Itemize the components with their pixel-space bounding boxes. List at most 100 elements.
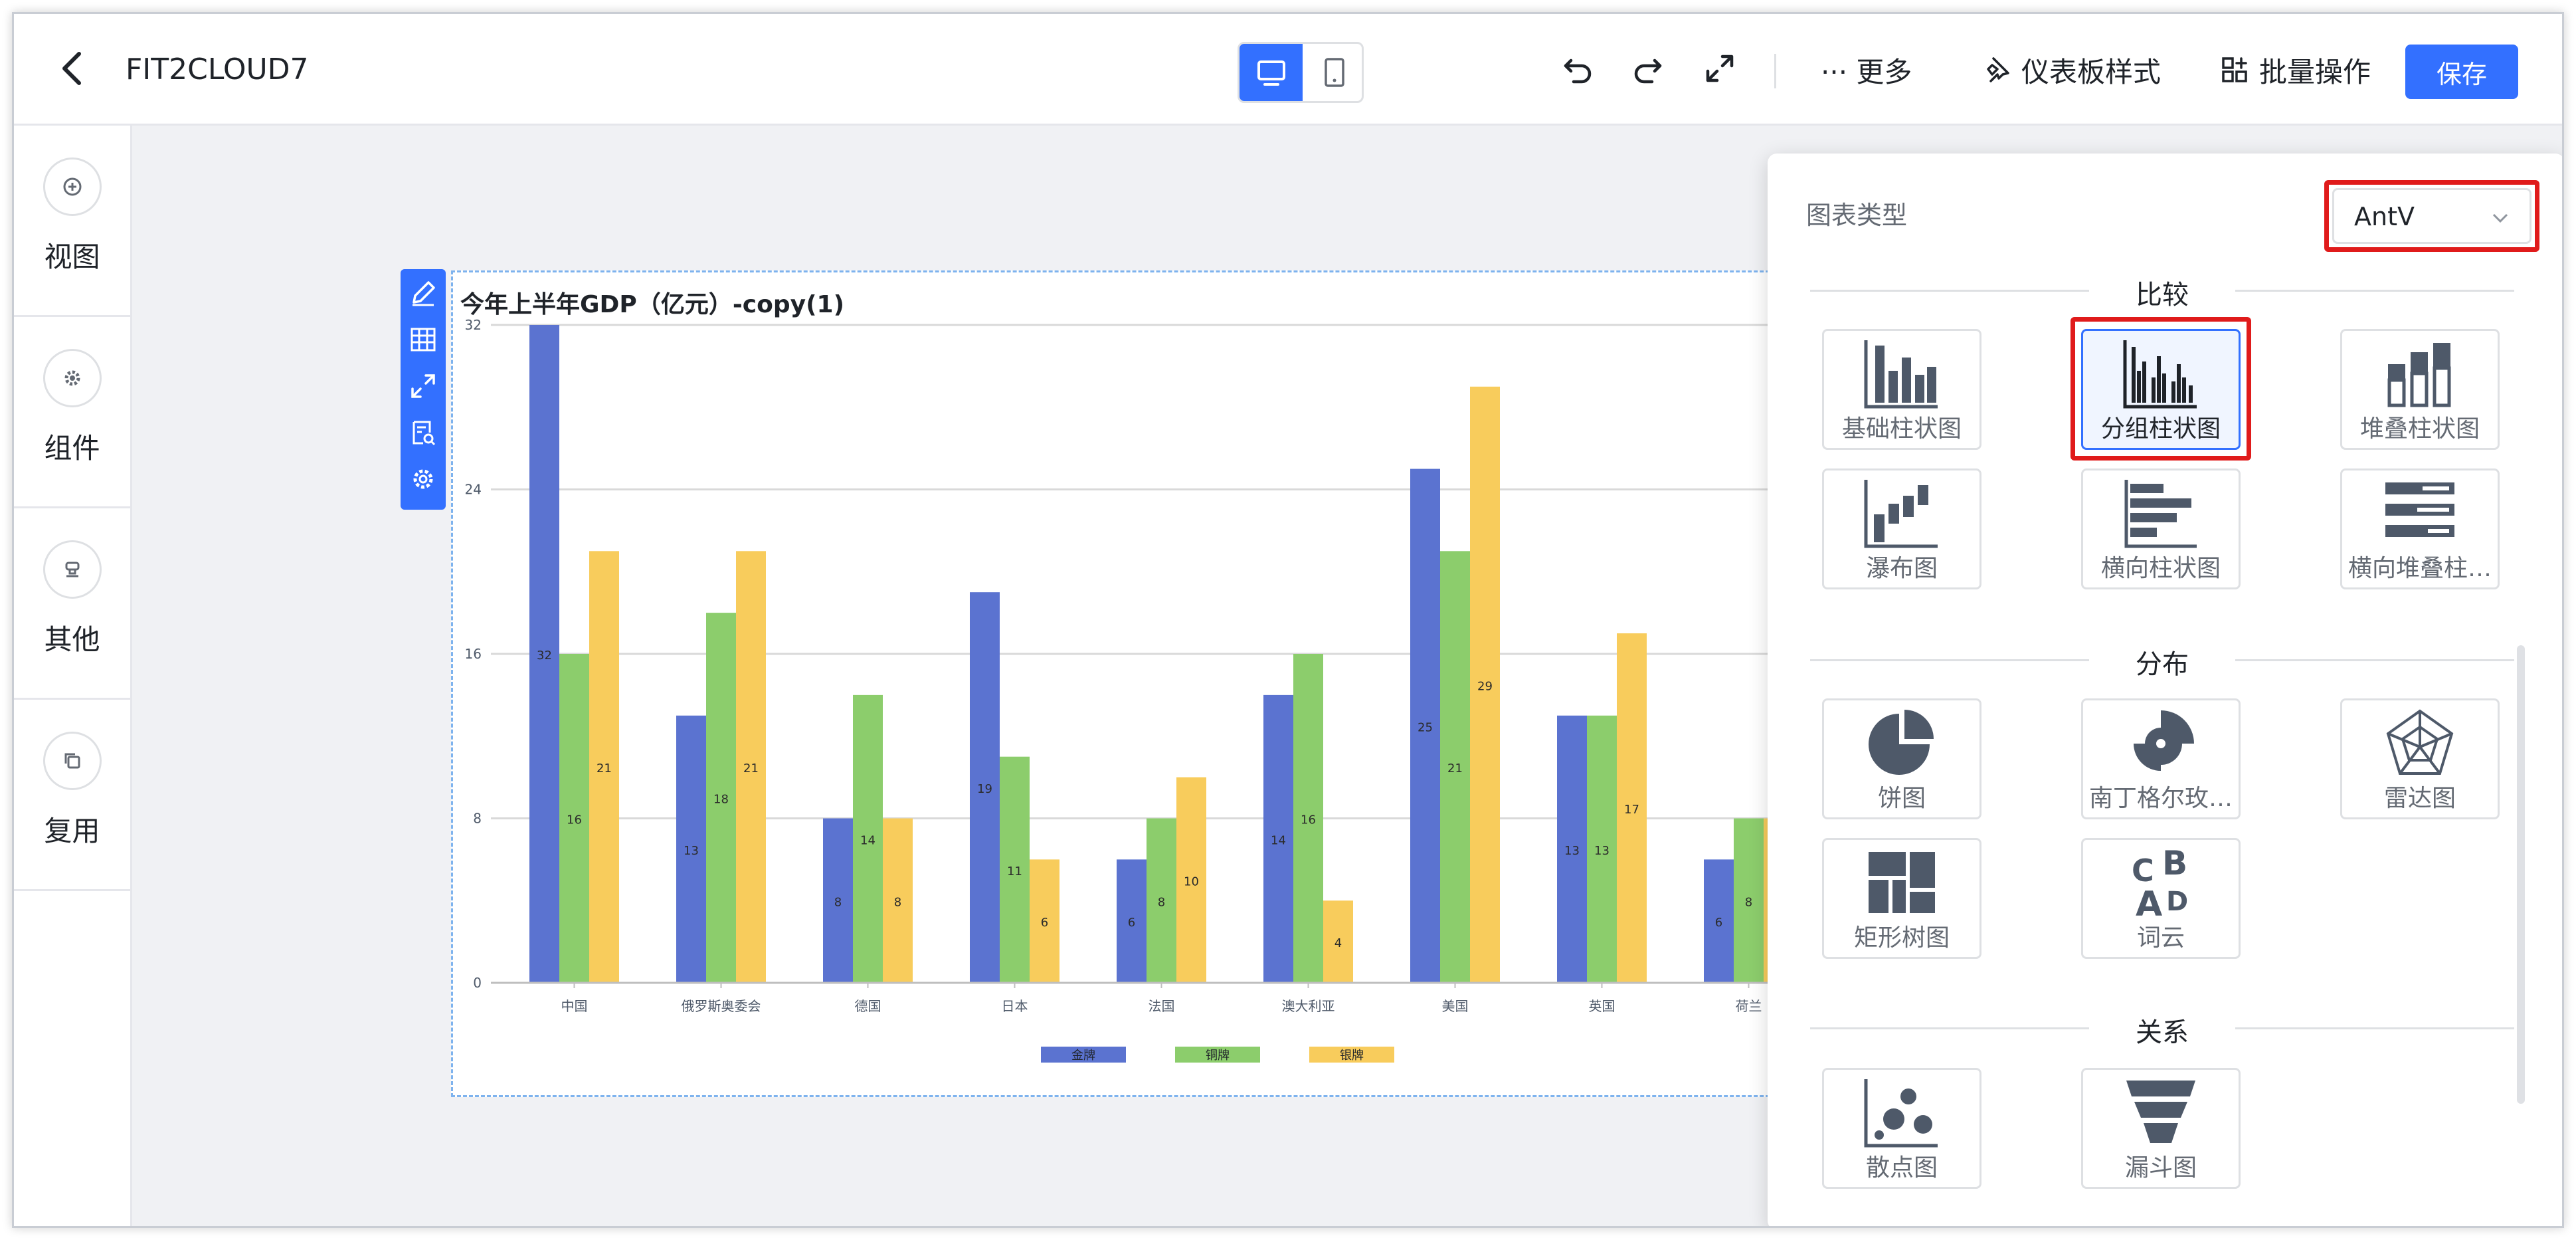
data-label: 8	[1745, 895, 1752, 909]
expand-icon[interactable]	[409, 371, 438, 401]
chart-type-horizontal-bar[interactable]: 横向柱状图	[2081, 468, 2241, 589]
chart-type-treemap[interactable]: 矩形树图	[1822, 838, 1981, 959]
data-label: 11	[1007, 865, 1022, 878]
chart-library-value: AntV	[2354, 202, 2415, 231]
x-tick-label: 英国	[1589, 998, 1615, 1014]
svg-text:C: C	[2132, 853, 2154, 888]
pin-icon	[1987, 57, 2009, 82]
chart-type-rose[interactable]: 南丁格尔玫…	[2081, 698, 2241, 819]
chart-type-label: 矩形树图	[1853, 924, 1950, 952]
app-title: FIT2CLOUD7	[126, 52, 309, 86]
data-label: 29	[1477, 679, 1493, 693]
chart-type-grouped-bar[interactable]: 分组柱状图	[2081, 329, 2241, 450]
panel-title: 图表类型	[1806, 201, 1908, 230]
more-button[interactable]: ··· 更多	[1821, 50, 1912, 90]
dashboard-style-label: 仪表板样式	[2021, 55, 2162, 88]
chart-type-scatter[interactable]: 散点图	[1822, 1068, 1981, 1189]
datagrid-icon[interactable]	[409, 325, 438, 354]
monitor-icon	[1257, 60, 1285, 86]
chart-type-waterfall[interactable]: 瀑布图	[1822, 468, 1981, 589]
chart-type-label: 横向堆叠柱…	[2347, 555, 2492, 582]
data-label: 25	[1418, 720, 1433, 734]
chart-title: 今年上半年GDP（亿元）-copy(1)	[460, 291, 845, 318]
more-label: ··· 更多	[1821, 55, 1912, 88]
section-relation: 关系	[1810, 1011, 2514, 1048]
chart-type-pie[interactable]: 饼图	[1822, 698, 1981, 819]
sidebar-item-label: 复用	[44, 815, 100, 847]
save-button[interactable]: 保存	[2405, 45, 2518, 99]
data-label: 8	[834, 895, 842, 909]
chart-type-label: 漏斗图	[2124, 1154, 2197, 1182]
gear-icon	[43, 349, 102, 407]
back-icon[interactable]	[54, 49, 94, 88]
y-tick-label: 0	[473, 975, 482, 991]
data-label: 8	[1158, 895, 1165, 909]
section-label: 比较	[2136, 280, 2189, 310]
data-label: 10	[1184, 875, 1199, 888]
dashboard-style-button[interactable]: 仪表板样式	[1981, 50, 2161, 90]
x-tick-label: 中国	[561, 998, 588, 1014]
data-label: 13	[684, 844, 699, 858]
header-divider	[1774, 54, 1776, 88]
settings-icon[interactable]	[409, 465, 438, 494]
redo-icon[interactable]	[1627, 47, 1669, 90]
sidebar-item-label: 组件	[44, 432, 100, 465]
data-label: 14	[860, 833, 875, 847]
x-tick-label: 德国	[855, 998, 881, 1014]
plus-circle-icon	[43, 157, 102, 216]
chart-type-label: 饼图	[1877, 785, 1926, 812]
chart-type-panel: 图表类型 AntV 比较 基础柱状图 分组柱状图 堆叠柱状图 瀑布图 横向柱状图…	[1768, 154, 2562, 1226]
detail-search-icon[interactable]	[409, 418, 438, 447]
stacked-bar-icon	[2342, 338, 2498, 411]
app-root: FIT2CLOUD7 ··· 更多 仪表板样式 批量操作 保存 视图 组件 其他…	[0, 0, 2576, 1240]
sidebar-item-other[interactable]: 其他	[14, 508, 130, 700]
radar-icon	[2342, 707, 2498, 780]
basic-bar-icon	[1824, 338, 1979, 411]
copy-icon	[43, 732, 102, 790]
chart-type-wordcloud[interactable]: CBAD 词云	[2081, 838, 2241, 959]
x-tick-label: 日本	[1002, 998, 1028, 1014]
x-tick-label: 俄罗斯奥委会	[682, 998, 761, 1014]
legend-label: 银牌	[1340, 1049, 1364, 1063]
x-tick-label: 法国	[1149, 998, 1175, 1014]
data-label: 21	[743, 762, 759, 775]
y-tick-label: 8	[473, 811, 482, 827]
sidebar-item-view[interactable]: 视图	[14, 126, 130, 317]
data-label: 6	[1041, 916, 1048, 930]
sidebar-item-components[interactable]: 组件	[14, 317, 130, 508]
data-label: 19	[977, 782, 992, 796]
chart-library-select[interactable]: AntV	[2332, 188, 2531, 244]
section-label: 分布	[2136, 649, 2189, 680]
y-tick-label: 24	[465, 482, 482, 498]
edit-icon[interactable]	[409, 278, 438, 308]
section-label: 关系	[2136, 1017, 2189, 1048]
undo-icon[interactable]	[1556, 47, 1599, 90]
chart-type-radar[interactable]: 雷达图	[2340, 698, 2500, 819]
chart-type-basic-bar[interactable]: 基础柱状图	[1822, 329, 1981, 450]
data-label: 32	[537, 649, 552, 663]
batch-operation-button[interactable]: 批量操作	[2219, 50, 2371, 90]
device-toggle	[1238, 42, 1364, 103]
chart-type-label: 南丁格尔玫…	[2088, 785, 2233, 812]
data-label: 4	[1334, 936, 1342, 950]
desktop-view-button[interactable]	[1240, 44, 1303, 101]
sidebar-item-reuse[interactable]: 复用	[14, 700, 130, 891]
x-tick-label: 澳大利亚	[1282, 998, 1335, 1014]
mobile-view-button[interactable]	[1303, 44, 1362, 101]
chart-type-funnel[interactable]: 漏斗图	[2081, 1068, 2241, 1189]
data-label: 8	[894, 895, 901, 909]
svg-text:B: B	[2162, 847, 2187, 882]
rose-icon	[2083, 707, 2239, 780]
chart-type-label: 横向柱状图	[2100, 555, 2221, 582]
chart-type-label: 词云	[2136, 924, 2185, 952]
grouped-bar-icon	[2083, 338, 2239, 411]
batch-operation-label: 批量操作	[2259, 55, 2371, 88]
treemap-icon	[1824, 847, 1979, 920]
component-sidebar: 视图 组件 其他 复用	[14, 126, 132, 1226]
panel-scrollbar[interactable]	[2517, 645, 2525, 1104]
chart-type-horizontal-stacked-bar[interactable]: 横向堆叠柱…	[2340, 468, 2500, 589]
chart-type-stacked-bar[interactable]: 堆叠柱状图	[2340, 329, 2500, 450]
data-label: 18	[713, 793, 729, 807]
fullscreen-icon[interactable]	[1699, 47, 1741, 90]
funnel-icon	[2083, 1077, 2239, 1150]
